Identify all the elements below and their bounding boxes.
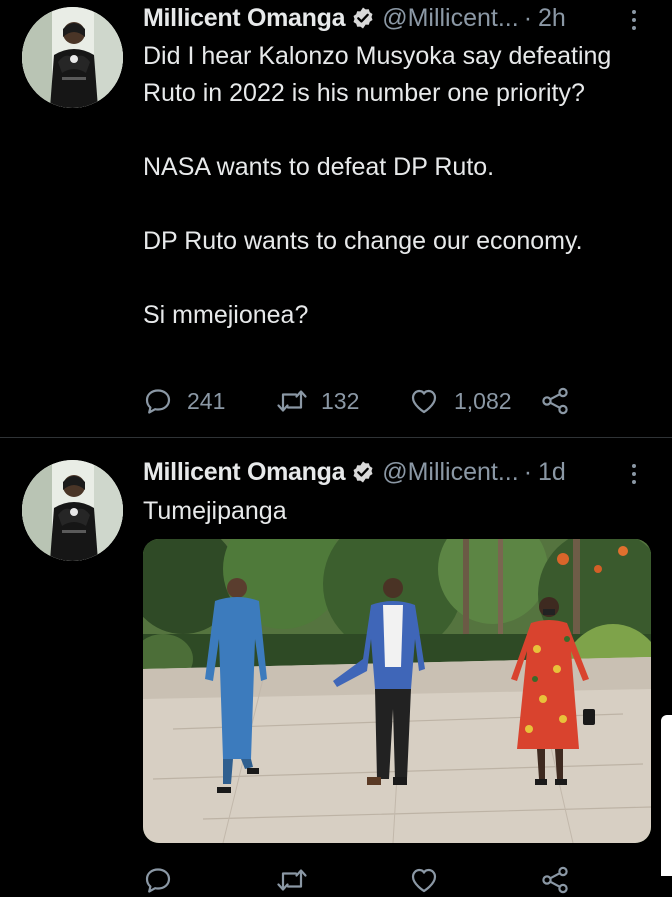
heart-icon [411,868,437,893]
handle[interactable]: @Millicent... [382,4,519,33]
like-button[interactable]: 1,082 [408,384,512,418]
tweet-actions [143,863,658,897]
display-name[interactable]: Millicent Omanga [143,458,345,487]
tweet-paragraph: Si mmejionea? [143,301,309,329]
heart-icon [411,389,437,414]
share-button[interactable] [540,384,572,418]
display-name[interactable]: Millicent Omanga [143,4,345,33]
tweet-text: Did I hear Kalonzo Musyoka say defeating… [143,38,658,334]
reply-icon [145,868,171,893]
tweet-paragraph: Did I hear Kalonzo Musyoka say defeating… [143,42,612,107]
verified-badge-icon [351,6,375,30]
timestamp[interactable]: 1d [538,458,566,487]
tweet[interactable]: Millicent Omanga @Millicent... · 1d Tume… [0,438,672,894]
retweet-button[interactable]: 132 [275,384,359,418]
tweet-photo[interactable] [143,539,651,843]
reply-icon [145,389,171,414]
more-vertical-icon[interactable] [624,3,644,37]
retweet-button[interactable] [275,863,323,897]
retweet-icon [277,390,307,412]
handle[interactable]: @Millicent... [382,458,519,487]
reply-button[interactable] [143,863,187,897]
share-icon [542,866,568,894]
like-button[interactable] [408,863,454,897]
reply-button[interactable]: 241 [143,384,225,418]
tweet-header: Millicent Omanga @Millicent... · 2h [143,1,566,35]
avatar[interactable] [22,460,123,561]
reply-count: 241 [187,387,226,414]
more-vertical-icon[interactable] [624,457,644,491]
share-button[interactable] [540,863,572,897]
verified-badge-icon [351,460,375,484]
timestamp[interactable]: 2h [538,4,566,33]
tweet-text: Tumejipanga [143,493,658,530]
tweet-paragraph: DP Ruto wants to change our economy. [143,227,583,255]
share-icon [542,387,568,415]
tweet-paragraph: Tumejipanga [143,497,287,525]
tweet-actions: 241 132 1,082 [143,384,658,418]
tweet[interactable]: Millicent Omanga @Millicent... · 2h Did … [0,0,672,437]
tweet-paragraph: NASA wants to defeat DP Ruto. [143,153,495,181]
like-count: 1,082 [454,387,512,414]
retweet-icon [277,869,307,891]
header-separator: · [523,3,533,32]
tweet-header: Millicent Omanga @Millicent... · 1d [143,455,566,489]
avatar[interactable] [22,7,123,108]
header-separator: · [523,457,533,486]
retweet-count: 132 [321,387,360,414]
scroll-indicator[interactable] [661,715,672,876]
